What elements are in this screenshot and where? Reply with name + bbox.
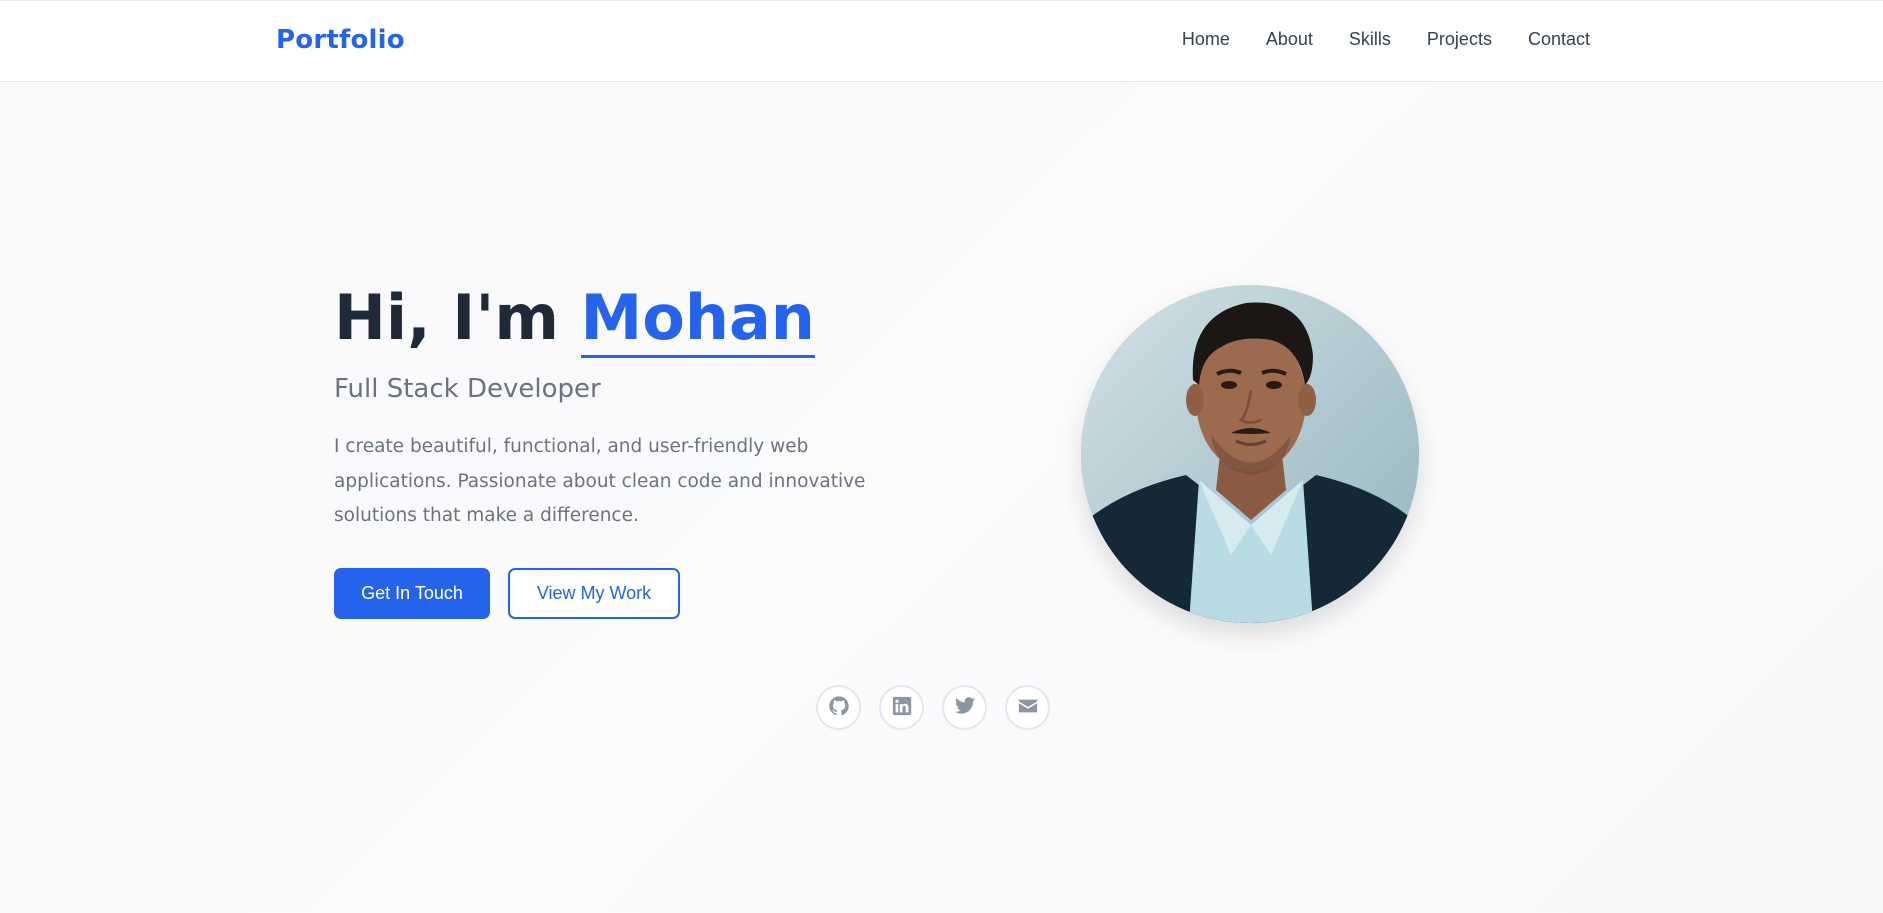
hero-actions: Get In Touch View My Work bbox=[334, 567, 894, 619]
hero-description: I create beautiful, functional, and user… bbox=[334, 436, 866, 526]
nav-link-home[interactable]: Home bbox=[1182, 29, 1230, 50]
email-link[interactable] bbox=[1005, 685, 1050, 730]
brand-logo-link[interactable]: Portfolio bbox=[276, 25, 405, 55]
navbar: Portfolio Home About Skills Projects Con… bbox=[0, 0, 1883, 82]
social-links bbox=[816, 685, 1050, 730]
view-my-work-button[interactable]: View My Work bbox=[508, 567, 680, 619]
linkedin-link[interactable] bbox=[879, 685, 924, 730]
github-icon bbox=[828, 695, 850, 721]
hero-subtitle: Full Stack Developer bbox=[334, 374, 601, 404]
hero-name: Mohan bbox=[580, 281, 815, 358]
twitter-link[interactable] bbox=[942, 685, 987, 730]
nav-link-about[interactable]: About bbox=[1266, 29, 1313, 50]
envelope-icon bbox=[1017, 695, 1039, 721]
get-in-touch-button[interactable]: Get In Touch bbox=[334, 567, 490, 619]
nav-link-contact[interactable]: Contact bbox=[1528, 29, 1590, 50]
profile-photo bbox=[1081, 285, 1419, 623]
nav-links: Home About Skills Projects Contact bbox=[1182, 29, 1590, 50]
hero-title: Hi, I'm Mohan bbox=[334, 278, 894, 358]
linkedin-icon bbox=[891, 695, 913, 721]
twitter-icon bbox=[954, 695, 976, 721]
hero-section: Hi, I'm Mohan Full Stack Developer I cre… bbox=[334, 278, 894, 619]
github-link[interactable] bbox=[816, 685, 861, 730]
nav-link-projects[interactable]: Projects bbox=[1427, 29, 1492, 50]
hero-greeting: Hi, I'm bbox=[334, 281, 581, 354]
nav-link-skills[interactable]: Skills bbox=[1349, 29, 1391, 50]
profile-portrait-illustration bbox=[1081, 285, 1419, 623]
